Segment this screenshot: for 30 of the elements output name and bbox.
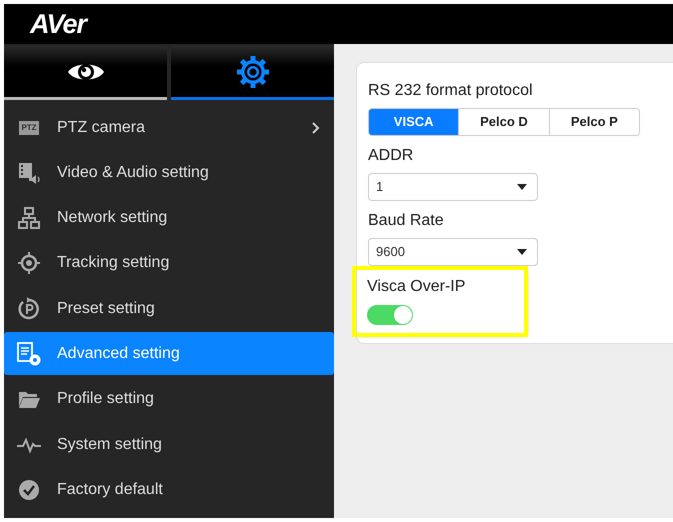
sidebar-item[interactable]: Tracking setting	[4, 242, 334, 285]
sidebar-item[interactable]: System setting	[4, 423, 334, 466]
document-gear-icon	[16, 342, 42, 366]
check-circle-icon	[16, 478, 42, 502]
field-label: RS 232 format protocol	[368, 81, 534, 101]
ptz-icon: PTZ	[19, 120, 39, 134]
sidebar-item[interactable]: Video & Audio setting	[4, 151, 334, 194]
gear-icon	[236, 54, 270, 88]
sidebar-item[interactable]: Profile setting	[4, 378, 334, 421]
field-label: Baud Rate	[368, 211, 445, 231]
select-field[interactable]: 1	[368, 173, 538, 201]
sidebar-item[interactable]: Network setting	[4, 196, 334, 240]
sidebar-item[interactable]: PTZ PTZ camera	[4, 106, 334, 149]
field-label: Visca Over-IP	[367, 277, 466, 297]
protocol-option[interactable]: VISCA	[369, 109, 458, 135]
protocol-option[interactable]: Pelco P	[548, 109, 639, 135]
sidebar-item[interactable]: Preset setting	[4, 287, 334, 330]
film-speaker-icon	[16, 160, 42, 185]
sidebar-item[interactable]: Factory default	[4, 468, 334, 512]
field-label: ADDR	[368, 146, 414, 166]
caret-icon	[517, 249, 527, 255]
sidebar-item[interactable]: Advanced setting	[4, 332, 334, 376]
view-tab[interactable]	[4, 46, 167, 100]
logo: AVer	[30, 10, 86, 38]
network-icon	[16, 206, 42, 230]
select-field[interactable]: 9600	[368, 238, 538, 266]
preset-icon	[16, 296, 42, 321]
toggle-switch[interactable]	[367, 305, 413, 325]
target-icon	[16, 251, 42, 276]
caret-icon	[517, 184, 527, 190]
